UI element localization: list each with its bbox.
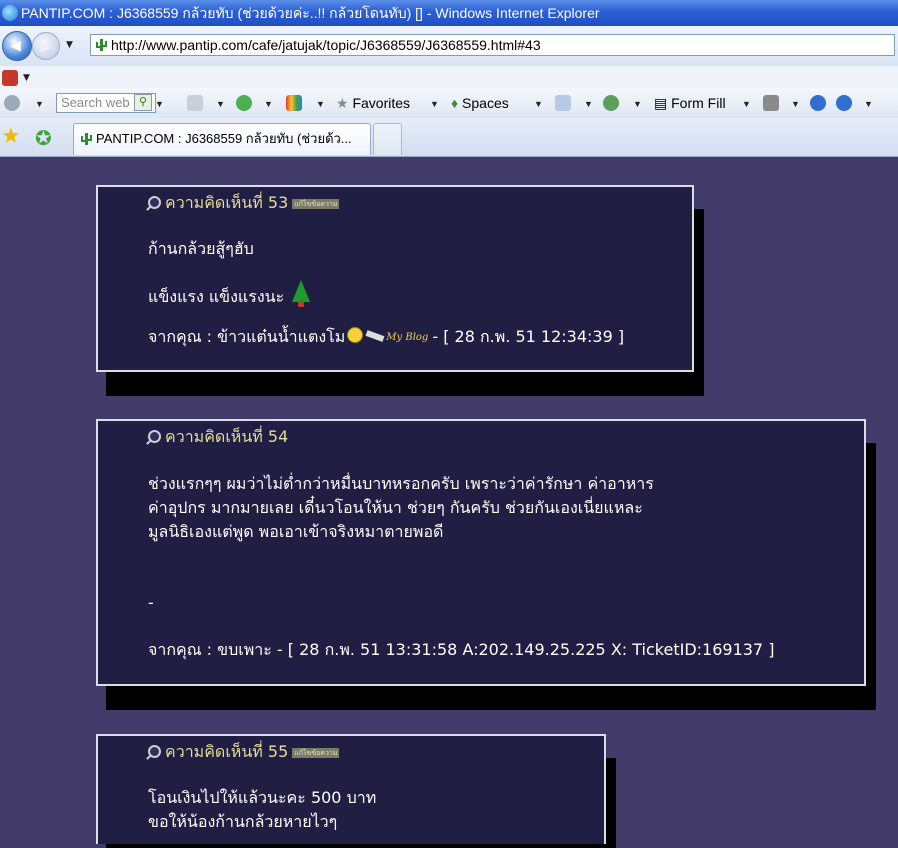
star-icon: ★ [336,95,349,111]
forward-button[interactable]: ▶ [32,32,60,60]
comment-text-line: ขอให้น้องก้านกล้วยหายไวๆ [148,812,338,831]
back-button[interactable]: ◀ [2,31,32,61]
magnifier-icon [148,745,161,758]
comment-number: ความคิดเห็นที่ 54 [165,427,289,446]
magnifier-icon [148,196,161,209]
butterfly-dropdown-icon[interactable]: ▼ [316,99,325,109]
add-favorite-icon[interactable]: ✪ [35,127,52,149]
search-icon: ⚲ [138,96,148,108]
new-tab-button[interactable] [373,123,402,155]
form-fill-icon: ▤ [654,95,668,111]
arrow-left-icon: ◀ [10,38,21,54]
help-dropdown-icon[interactable]: ▼ [864,99,873,109]
spaces-dropdown-icon[interactable]: ▼ [534,99,543,109]
christmas-tree-icon [290,278,312,308]
tools-icon[interactable] [810,95,826,111]
msn-dropdown-icon[interactable]: ▼ [35,99,44,109]
add-dropdown-icon[interactable]: ▼ [264,99,273,109]
window-dropdown-icon[interactable]: ▼ [216,99,225,109]
spaces-icon: ♦ [451,95,459,111]
window-titlebar: PANTIP.COM : J6368559 กล้วยทับ (ช่วยด้วย… [0,0,898,26]
search-placeholder: Search web [61,95,130,110]
comment-heading: ความคิดเห็นที่ 54 [148,425,288,450]
search-dropdown-icon[interactable]: ▼ [155,99,164,109]
comment-55: ความคิดเห็นที่ 55 แก้ไขข้อความ โอนเงินไปใ… [96,734,606,844]
history-dropdown-icon[interactable]: ▼ [66,40,73,50]
form-fill-button[interactable]: ▤ Form Fill [654,95,726,111]
cactus-favicon-icon [96,39,107,51]
menu-row: ▼ [0,66,898,88]
comment-text-line: ช่วงแรกๆๆ ผมว่าไม่ต่ำกว่าหมื่นบาทหรอกครั… [148,474,654,493]
my-blog-link[interactable]: My Blog [365,327,429,349]
msn-icon[interactable] [4,95,20,111]
ie-logo-icon [2,5,18,21]
pen-icon [365,330,385,342]
favorites-dropdown-icon[interactable]: ▼ [430,99,439,109]
butterfly-icon[interactable] [286,95,302,111]
comment-text-line: ก้านกล้วยสู้ๆฮับ [148,239,254,258]
tab-pantip[interactable]: PANTIP.COM : J6368559 กล้วยทับ (ช่วยด้ว.… [73,123,371,155]
form-fill-dropdown-icon[interactable]: ▼ [742,99,751,109]
arrow-right-icon: ▶ [40,39,51,55]
form-fill-label: Form Fill [671,95,726,111]
comment-54: ความคิดเห็นที่ 54 ช่วงแรกๆๆ ผมว่าไม่ต่ำก… [96,419,866,686]
comment-text: แข็งแรง แข็งแรงนะ [148,287,285,306]
spaces-button[interactable]: ♦ Spaces [451,95,509,111]
spaces-label: Spaces [462,95,509,111]
tabs-row: ★ ✪ PANTIP.COM : J6368559 กล้วยทับ (ช่วย… [0,118,898,157]
address-bar-row: ◀ ▶ ▼ http://www.pantip.com/cafe/jatujak… [0,26,898,67]
comment-heading: ความคิดเห็นที่ 55 แก้ไขข้อความ [148,740,340,765]
help-icon[interactable] [836,95,852,111]
messenger-dropdown-icon[interactable]: ▼ [633,99,642,109]
magnifier-icon [148,430,161,443]
comment-number: ความคิดเห็นที่ 53 [165,193,289,212]
address-url: http://www.pantip.com/cafe/jatujak/topic… [111,37,541,53]
links-toolbar: ▼ Search web ⚲ ▼ ▼ ▼ ▼ ★ Favorites ▼ ♦ S… [0,88,898,119]
page-menu-icon[interactable] [2,70,18,86]
favorites-button[interactable]: ★ Favorites [336,95,410,111]
author-label: จากคุณ : ข้าวแต๋นน้ำแตงโม [148,327,346,346]
mail-dropdown-icon[interactable]: ▼ [584,99,593,109]
edit-badge[interactable]: แก้ไขข้อความ [292,748,340,758]
cactus-tab-icon [81,133,92,145]
comment-text-line: แข็งแรง แข็งแรงนะ [148,278,312,308]
my-blog-label: My Blog [386,332,429,343]
page-menu-dropdown-icon[interactable]: ▼ [23,73,30,83]
favorites-label: Favorites [352,95,411,111]
messenger-icon[interactable] [603,95,619,111]
comment-text-line: ค่าอุปกร มากมายเลย เดี๋นวโอนให้นา ช่วยๆ … [148,498,643,517]
tab-label: PANTIP.COM : J6368559 กล้วยทับ (ช่วยด้ว.… [96,131,352,146]
search-button[interactable]: ⚲ [134,94,152,111]
comment-text-line: มูลนิธิเองแต่พูด พอเอาเข้าจริงหมาตายพอดี [148,522,444,541]
comment-heading: ความคิดเห็นที่ 53 แก้ไขข้อความ [148,191,340,216]
mail-icon[interactable] [555,95,571,111]
window-icon[interactable] [187,95,203,111]
smiley-icon [347,327,364,343]
window-title: PANTIP.COM : J6368559 กล้วยทับ (ช่วยด้วย… [21,5,600,21]
timestamp: - [ 28 ก.พ. 51 12:34:39 ] [432,327,625,346]
comment-footer: จากคุณ : ข้าวแต๋นน้ำแตงโม My Blog - [ 28 ก… [148,326,624,349]
feeds-dropdown-icon[interactable]: ▼ [791,99,800,109]
address-input[interactable]: http://www.pantip.com/cafe/jatujak/topic… [90,34,895,56]
comment-text-line: โอนเงินไปให้แล้วนะคะ 500 บาท [148,788,377,807]
comment-dash: - [148,593,154,612]
comment-number: ความคิดเห็นที่ 55 [165,742,289,761]
edit-badge[interactable]: แก้ไขข้อความ [292,199,340,209]
add-icon[interactable] [236,95,252,111]
feeds-icon[interactable] [763,95,779,111]
comment-footer: จากคุณ : ขบเพาะ - [ 28 ก.พ. 51 13:31:58 … [148,640,775,659]
favorites-center-star-icon[interactable]: ★ [1,126,21,148]
comment-53: ความคิดเห็นที่ 53 แก้ไขข้อความ ก้านกล้วยส… [96,185,694,372]
